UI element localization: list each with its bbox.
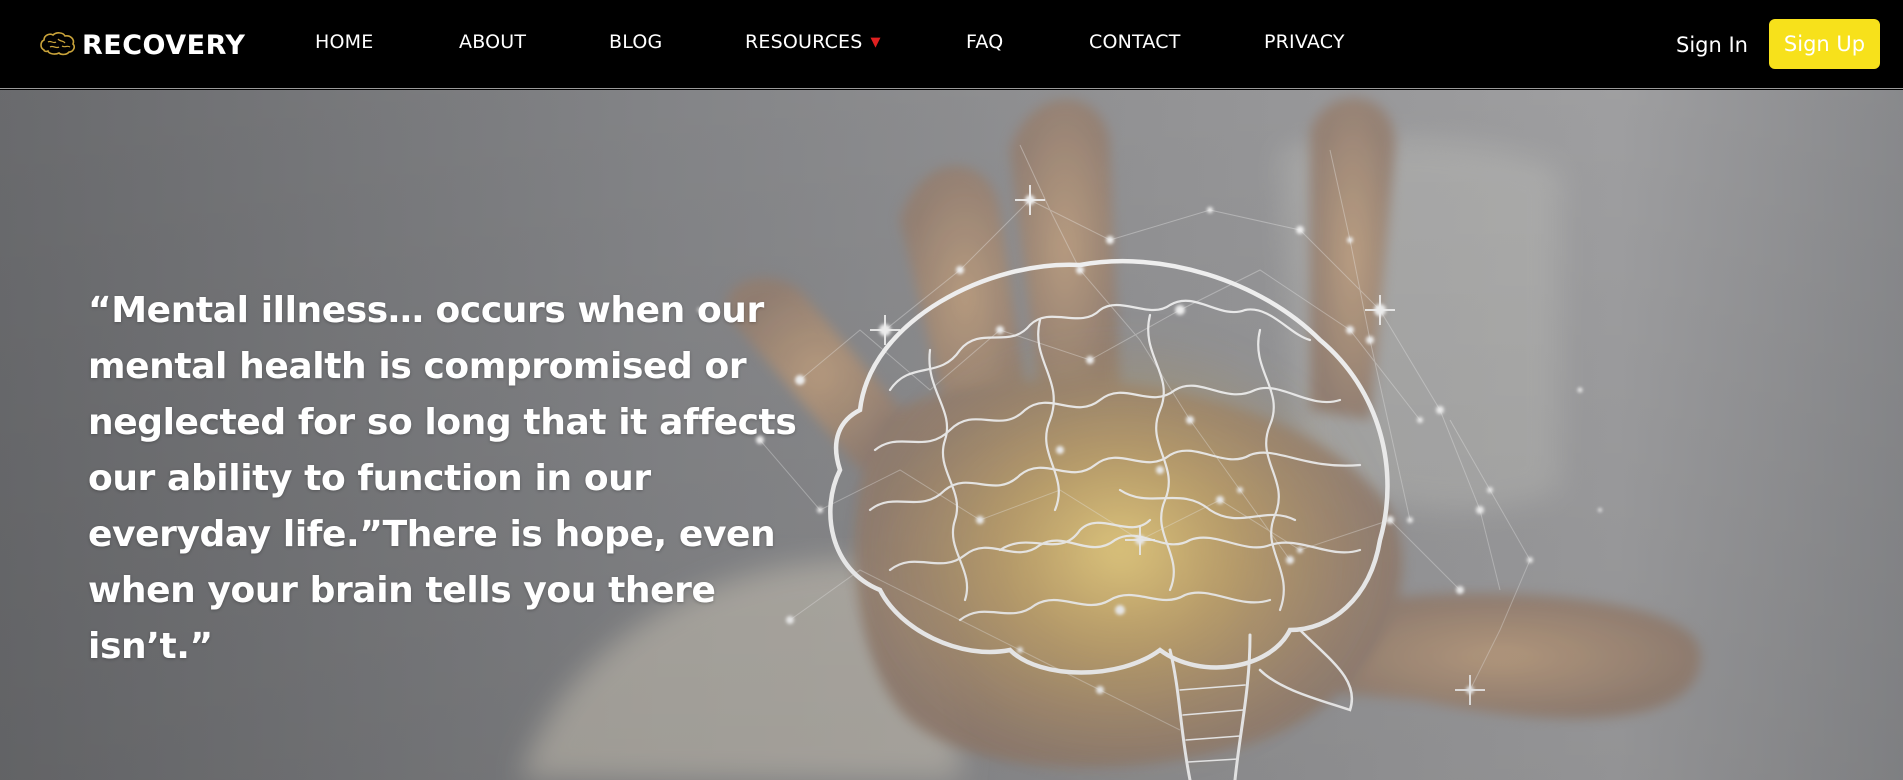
nav-contact[interactable]: CONTACT [1089,31,1181,53]
navbar: RECOVERY HOME ABOUT BLOG RESOURCES ▼ FAQ… [0,0,1903,89]
nav-resources[interactable]: RESOURCES ▼ [745,31,881,53]
sign-up-button[interactable]: Sign Up [1769,19,1880,69]
hero-quote: “Mental illness… occurs when our mental … [88,290,797,667]
nav-blog[interactable]: BLOG [609,31,662,53]
brand-name: RECOVERY [82,29,246,61]
nav-about[interactable]: ABOUT [459,31,526,53]
brain-icon [40,32,76,56]
nav-home[interactable]: HOME [315,31,373,53]
caret-down-icon: ▼ [870,34,881,50]
brand-logo[interactable]: RECOVERY [38,27,245,63]
nav-resources-label: RESOURCES [745,31,863,53]
sign-in-link[interactable]: Sign In [1676,33,1748,57]
nav-privacy[interactable]: PRIVACY [1264,31,1345,53]
nav-faq[interactable]: FAQ [966,31,1003,53]
hero-section: “Mental illness… occurs when our mental … [0,90,1903,780]
